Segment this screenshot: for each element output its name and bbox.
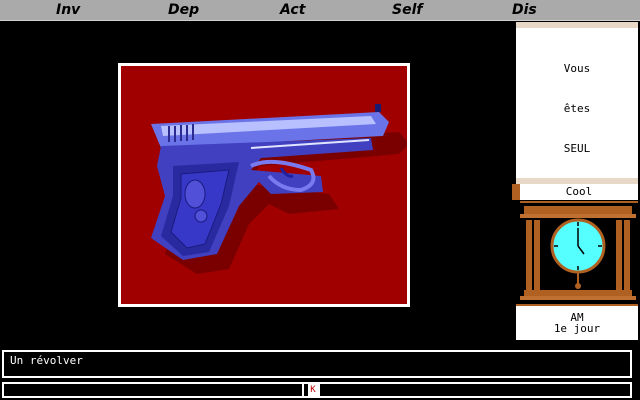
menu-self[interactable]: Self bbox=[392, 2, 422, 18]
scene-view[interactable] bbox=[121, 66, 407, 304]
info-scroll: Vous êtes SEUL bbox=[516, 22, 638, 184]
scroll-line-1: Vous bbox=[563, 62, 591, 75]
menu-act[interactable]: Act bbox=[280, 2, 305, 18]
menu-dep[interactable]: Dep bbox=[168, 2, 199, 18]
scroll-top-edge bbox=[516, 22, 638, 28]
clock-icon bbox=[520, 206, 636, 300]
scroll-line-3: SEUL bbox=[563, 142, 591, 155]
status-divider bbox=[520, 201, 638, 203]
scroll-line-2: êtes bbox=[563, 102, 591, 115]
input-separator-right bbox=[318, 384, 320, 396]
message-box: Un révolver bbox=[2, 350, 632, 378]
text-cursor: K bbox=[308, 384, 318, 396]
scene-frame bbox=[118, 63, 410, 307]
pistol-image bbox=[151, 104, 407, 274]
menu-dis[interactable]: Dis bbox=[512, 2, 537, 18]
command-input[interactable]: K bbox=[2, 382, 632, 398]
mood-status: Cool bbox=[512, 184, 638, 200]
message-text: Un révolver bbox=[10, 354, 83, 367]
menu-bar: Inv Dep Act Self Dis bbox=[0, 0, 640, 21]
time-day: 1e jour bbox=[553, 322, 601, 335]
time-panel: AM 1e jour bbox=[516, 304, 638, 340]
menu-inv[interactable]: Inv bbox=[56, 2, 80, 18]
input-separator-left bbox=[302, 384, 304, 396]
